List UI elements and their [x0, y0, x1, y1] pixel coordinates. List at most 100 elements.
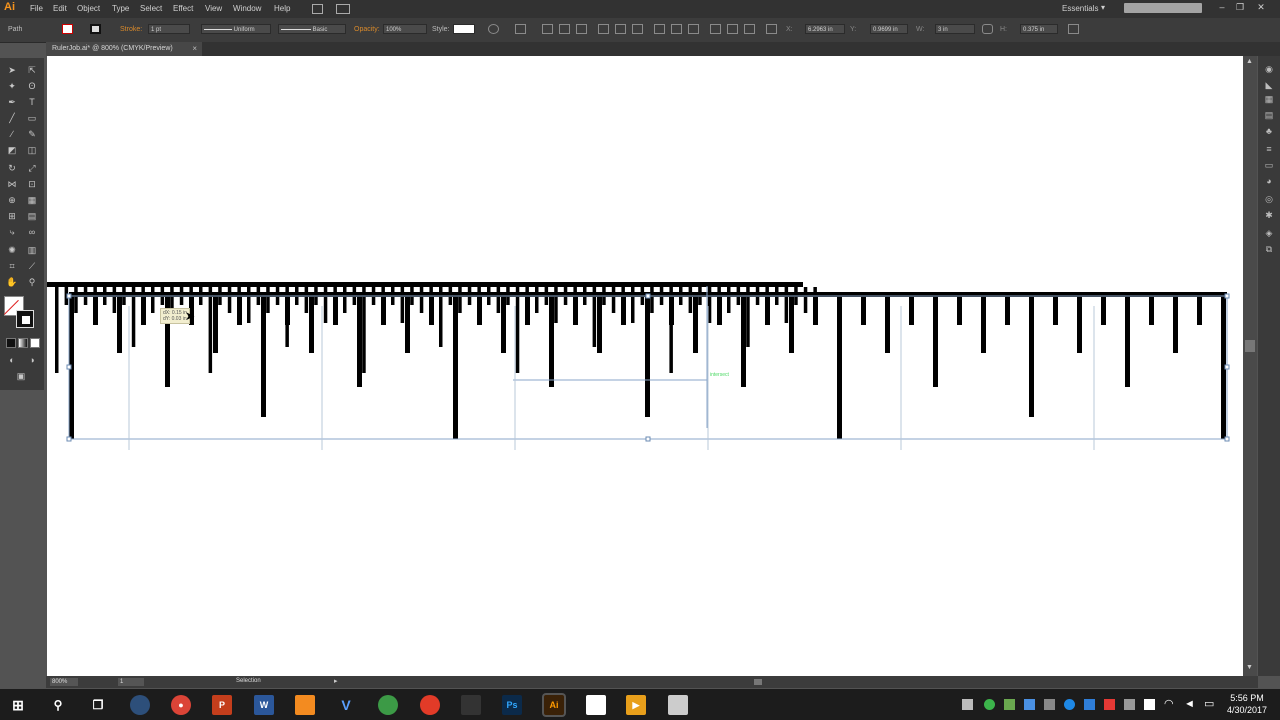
- tray-icon-10[interactable]: [1144, 699, 1155, 710]
- fill-swatch[interactable]: [62, 24, 73, 34]
- app-icon-6[interactable]: ▶: [626, 695, 646, 715]
- align-center-icon[interactable]: [559, 24, 570, 34]
- tray-icon-8[interactable]: [1104, 699, 1115, 710]
- menu-view[interactable]: View: [205, 4, 222, 13]
- width-field[interactable]: 3 in: [935, 24, 975, 34]
- photoshop-icon[interactable]: Ps: [502, 695, 522, 715]
- brush-definition[interactable]: Basic: [278, 24, 346, 34]
- distribute-hcenter-icon[interactable]: [727, 24, 738, 34]
- artboard-tool-icon[interactable]: ⌗: [5, 260, 19, 272]
- arrange-documents-icon[interactable]: [336, 4, 350, 14]
- mesh-tool-icon[interactable]: ⊞: [5, 210, 19, 222]
- notifications-icon[interactable]: ▭: [1204, 699, 1215, 710]
- scroll-thumb[interactable]: [1245, 340, 1255, 352]
- close-tab-icon[interactable]: ×: [192, 44, 197, 53]
- transform-icon[interactable]: [766, 24, 777, 34]
- menu-help[interactable]: Help: [274, 4, 290, 13]
- app-icon-1[interactable]: [130, 695, 150, 715]
- direct-selection-tool-icon[interactable]: ⇱: [25, 64, 39, 76]
- color-guide-panel-icon[interactable]: ◣: [1263, 80, 1275, 90]
- type-tool-icon[interactable]: T: [25, 96, 39, 108]
- align-middle-icon[interactable]: [615, 24, 626, 34]
- scroll-up-icon[interactable]: ▲: [1246, 58, 1253, 65]
- menu-effect[interactable]: Effect: [173, 4, 193, 13]
- slice-tool-icon[interactable]: ⟋: [25, 260, 39, 272]
- column-graph-tool-icon[interactable]: ▥: [25, 244, 39, 256]
- stroke-label[interactable]: Stroke:: [120, 26, 142, 33]
- align-bottom-icon[interactable]: [632, 24, 643, 34]
- distribute-right-icon[interactable]: [744, 24, 755, 34]
- color-mode-icon[interactable]: [6, 338, 16, 348]
- gradient-panel-icon[interactable]: ▭: [1263, 160, 1275, 170]
- tray-icon-5[interactable]: [1044, 699, 1055, 710]
- paintbrush-tool-icon[interactable]: ∕: [5, 128, 19, 140]
- y-field[interactable]: 0.9699 in: [870, 24, 908, 34]
- symbols-panel-icon[interactable]: ♣: [1263, 126, 1275, 136]
- align-top-icon[interactable]: [598, 24, 609, 34]
- vertical-scrollbar[interactable]: ▲ ▼: [1243, 56, 1257, 676]
- width-tool-icon[interactable]: ⋈: [5, 178, 19, 190]
- status-arrow-icon[interactable]: ▸: [334, 677, 338, 685]
- blend-tool-icon[interactable]: ∞: [25, 226, 39, 238]
- menu-file[interactable]: File: [30, 4, 43, 13]
- align-right-icon[interactable]: [576, 24, 587, 34]
- tray-icon-9[interactable]: [1124, 699, 1135, 710]
- zoom-level[interactable]: 800%: [50, 678, 78, 686]
- free-transform-tool-icon[interactable]: ⊡: [25, 178, 39, 190]
- tray-icon-2[interactable]: [984, 699, 995, 710]
- restore-icon[interactable]: ❐: [1233, 2, 1247, 14]
- x-field[interactable]: 6.2963 in: [805, 24, 845, 34]
- stroke-swatch[interactable]: [90, 24, 101, 34]
- zoom-tool-icon[interactable]: ⚲: [25, 276, 39, 288]
- graphic-styles-panel-icon[interactable]: ✱: [1263, 210, 1275, 220]
- stroke-weight-field[interactable]: 1 pt: [148, 24, 190, 34]
- app-icon-2[interactable]: [295, 695, 315, 715]
- scale-tool-icon[interactable]: ⤢: [25, 162, 39, 174]
- stroke-panel-icon[interactable]: ≡: [1263, 144, 1275, 154]
- ruler-artwork[interactable]: [47, 56, 1243, 676]
- artboards-panel-icon[interactable]: ⧉: [1263, 244, 1275, 254]
- app-icon-5[interactable]: [461, 695, 481, 715]
- color-panel-icon[interactable]: ◉: [1263, 64, 1275, 74]
- line-tool-icon[interactable]: ╱: [5, 112, 19, 124]
- artboard-number[interactable]: 1: [118, 678, 144, 686]
- draw-behind-icon[interactable]: ◑: [25, 354, 39, 366]
- powerpoint-icon[interactable]: P: [212, 695, 232, 715]
- hand-tool-icon[interactable]: ✋: [5, 276, 19, 288]
- search-icon[interactable]: ⚲: [48, 695, 68, 715]
- transparency-panel-icon[interactable]: ◕: [1263, 176, 1275, 186]
- recolor-icon[interactable]: [488, 24, 499, 34]
- rectangle-tool-icon[interactable]: ▭: [25, 112, 39, 124]
- none-mode-icon[interactable]: [30, 338, 40, 348]
- distribute-left-icon[interactable]: [710, 24, 721, 34]
- eraser-tool-icon[interactable]: ◫: [25, 144, 39, 156]
- gradient-mode-icon[interactable]: [18, 338, 28, 348]
- visual-studio-icon[interactable]: V: [336, 695, 356, 715]
- search-input[interactable]: [1124, 3, 1202, 13]
- selection-tool-icon[interactable]: ➤: [5, 64, 19, 76]
- perspective-grid-tool-icon[interactable]: ▦: [25, 194, 39, 206]
- rotate-tool-icon[interactable]: ↻: [5, 162, 19, 174]
- lasso-tool-icon[interactable]: ʘ: [25, 80, 39, 92]
- app-icon-4[interactable]: [420, 695, 440, 715]
- illustrator-taskbar-icon[interactable]: Ai: [544, 695, 564, 715]
- file-icon[interactable]: [586, 695, 606, 715]
- workspace-switcher[interactable]: Essentials: [1062, 4, 1098, 13]
- height-field[interactable]: 0.375 in: [1020, 24, 1058, 34]
- screen-mode-icon[interactable]: ▣: [14, 370, 28, 382]
- tray-icon-1[interactable]: [962, 699, 973, 710]
- symbol-sprayer-tool-icon[interactable]: ✺: [5, 244, 19, 256]
- opacity-field[interactable]: 100%: [383, 24, 427, 34]
- menu-object[interactable]: Object: [77, 4, 100, 13]
- magic-wand-tool-icon[interactable]: ✦: [5, 80, 19, 92]
- draw-normal-icon[interactable]: ◐: [5, 354, 19, 366]
- appearance-panel-icon[interactable]: ◎: [1263, 194, 1275, 204]
- close-icon[interactable]: ✕: [1254, 2, 1268, 14]
- app-icon-3[interactable]: [378, 695, 398, 715]
- link-icon[interactable]: [982, 24, 993, 34]
- gradient-tool-icon[interactable]: ▤: [25, 210, 39, 222]
- menu-select[interactable]: Select: [140, 4, 162, 13]
- wifi-icon[interactable]: ◠: [1164, 699, 1175, 710]
- shape-builder-tool-icon[interactable]: ⊕: [5, 194, 19, 206]
- chevron-down-icon[interactable]: ▾: [1101, 3, 1105, 12]
